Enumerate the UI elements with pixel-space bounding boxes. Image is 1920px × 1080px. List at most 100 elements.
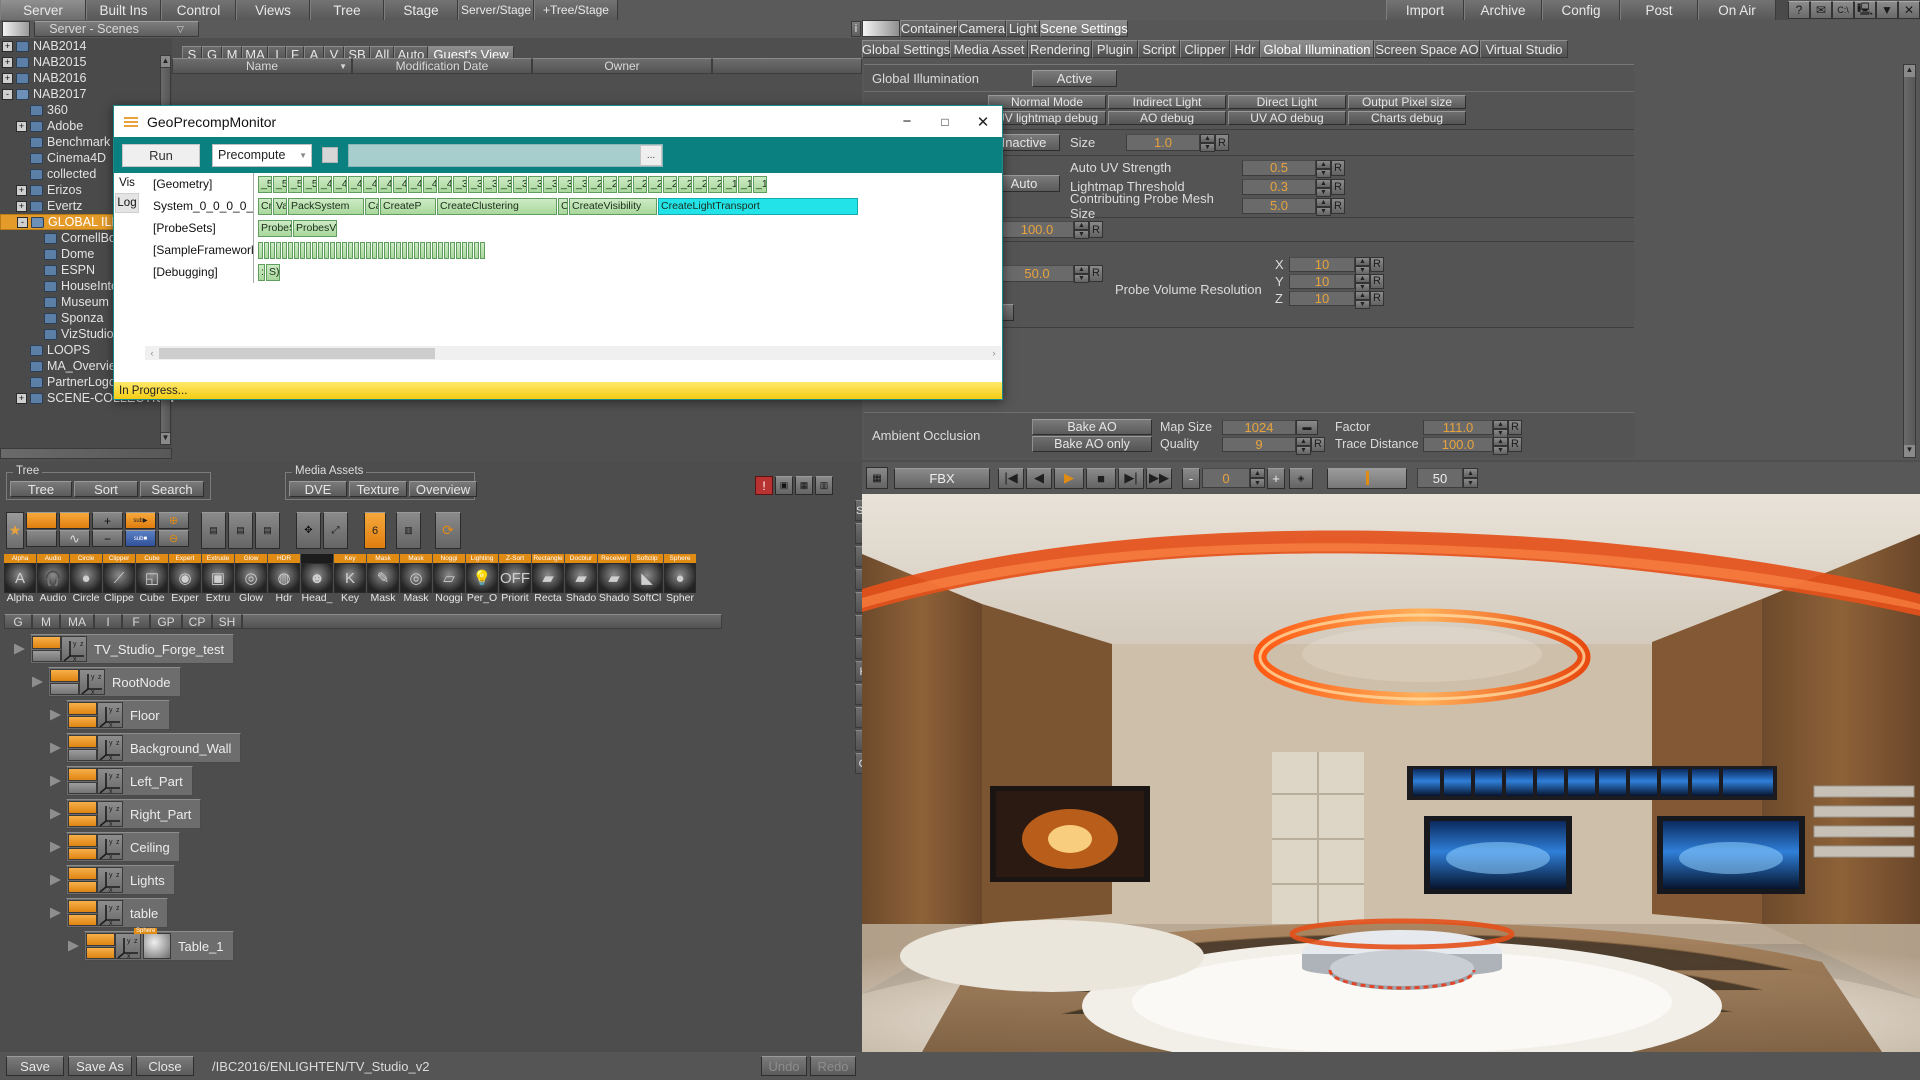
container-icon[interactable] (86, 946, 115, 959)
scene-tree-item[interactable]: + NAB2016 (0, 70, 172, 86)
precomp-cell[interactable]: CreateVisibility (569, 197, 657, 215)
precomp-cell[interactable] (366, 241, 371, 259)
node-visibility-icons[interactable] (86, 933, 115, 959)
scene-tree-item[interactable]: - NAB2017 (0, 86, 172, 102)
gi-uv-ao-debug-button[interactable]: UV AO debug (1228, 111, 1346, 125)
mode-select[interactable]: Precompute ▼ (212, 143, 312, 167)
asset-item[interactable]: Rectangle ▰ Recta (532, 554, 564, 604)
save-as-button[interactable]: Save As (68, 1056, 132, 1076)
eye-icon[interactable] (32, 636, 61, 649)
expand-arrow-icon[interactable] (32, 676, 43, 688)
dialog-hscrollbar[interactable]: ‹ › (145, 346, 1001, 360)
axis-icon[interactable]: yz x (97, 735, 123, 762)
curve-icon[interactable]: ∿ (59, 530, 90, 547)
precomp-cell[interactable] (348, 241, 353, 259)
menu-tree-stage[interactable]: +Tree/Stage (534, 0, 618, 20)
precomp-cell[interactable] (294, 241, 299, 259)
zoom-out-icon[interactable]: ⊖ (158, 530, 189, 547)
gi-lightmap-pixelsize-stepper[interactable]: ▲ ▼ (1074, 264, 1089, 283)
node-visibility-icons[interactable] (68, 834, 97, 860)
ao-trace-distance-reset[interactable]: R (1508, 436, 1522, 452)
play-icon[interactable]: ▶ (1054, 467, 1084, 489)
scroll-left-icon[interactable]: ‹ (145, 348, 159, 358)
visibility-icon[interactable] (59, 512, 90, 529)
browse-button[interactable]: ... (640, 144, 662, 166)
ao-quality-value[interactable]: 9 (1222, 436, 1296, 452)
close-icon[interactable]: ✕ (1898, 1, 1920, 19)
precomp-cell[interactable] (444, 241, 449, 259)
gi-grid-cell-stepper[interactable]: ▲ ▼ (1074, 221, 1089, 239)
precomp-cell[interactable] (342, 241, 347, 259)
precomp-cell[interactable] (258, 241, 263, 259)
expand-icon[interactable]: + (2, 40, 13, 52)
precomp-cell[interactable]: _1 (738, 175, 752, 193)
axis-icon[interactable]: yz x (115, 933, 141, 960)
first-frame-icon[interactable]: |◀ (998, 467, 1024, 489)
precomp-cell[interactable]: _2 (663, 175, 677, 193)
precomp-cell[interactable] (270, 241, 275, 259)
ao-map-size-dropdown-icon[interactable]: ▬ (1296, 419, 1318, 435)
eye-icon[interactable] (68, 900, 97, 913)
timeline-slider[interactable] (1327, 467, 1407, 489)
precomp-cell[interactable] (456, 241, 461, 259)
asset-item[interactable]: Alpha A Alpha (4, 554, 36, 604)
precomp-cell[interactable]: _4 (393, 175, 407, 193)
overview-button[interactable]: Overview (409, 481, 477, 497)
close-button[interactable]: Close (136, 1056, 194, 1076)
asset-item[interactable]: HDR ◍ Hdr (268, 554, 300, 604)
axis-icon[interactable]: yz x (97, 768, 123, 795)
ao-factor-value[interactable]: 111.0 (1423, 419, 1493, 435)
precomp-cell[interactable] (324, 241, 329, 259)
asset-item[interactable]: Key K Key (334, 554, 366, 604)
ao-factor-stepper[interactable]: ▲ ▼ (1493, 419, 1508, 438)
precomp-cell[interactable]: _3 (498, 175, 512, 193)
layout-c-icon[interactable]: ▤ (255, 512, 280, 549)
expand-arrow-icon[interactable] (50, 808, 61, 820)
precomp-cell[interactable] (396, 241, 401, 259)
scene-node-box[interactable]: y z x RootNode (48, 667, 181, 697)
node-visibility-icons[interactable] (68, 801, 97, 827)
asset-item[interactable]: Audio 🎧 Audio (37, 554, 69, 604)
precomp-cell[interactable] (390, 241, 395, 259)
asset-item[interactable]: Softclip ◣ SoftCl (631, 554, 663, 604)
gi-size-reset[interactable]: R (1215, 134, 1229, 151)
asset-item[interactable]: Lighting 💡 Per_O (466, 554, 498, 604)
bake-ao-only-button[interactable]: Bake AO only (1032, 436, 1152, 452)
gi-probe-y-value[interactable]: 10 (1289, 273, 1355, 289)
node-visibility-icons[interactable] (68, 702, 97, 728)
precomp-cell[interactable] (264, 241, 269, 259)
gi-probe-mesh-reset[interactable]: R (1331, 197, 1345, 214)
node-visibility-icons[interactable] (68, 735, 97, 761)
columns-icon[interactable]: ▥ (815, 476, 833, 495)
frame-plus-button[interactable]: + (1267, 467, 1285, 489)
precomp-cell[interactable] (354, 241, 359, 259)
scene-node[interactable]: y z x Ceiling (50, 832, 180, 862)
scene-node[interactable]: y z x Lights (50, 865, 175, 895)
precomp-cell[interactable]: _2 (648, 175, 662, 193)
asset-item[interactable]: ☻ Head_ (301, 554, 333, 604)
eye-icon[interactable] (68, 867, 97, 880)
expand-icon[interactable]: + (16, 392, 27, 404)
axis-icon[interactable]: yz x (97, 801, 123, 828)
precomp-cell[interactable] (462, 241, 467, 259)
scene-node[interactable]: y z x Floor (50, 700, 170, 730)
camera-icon[interactable]: ▣ (775, 476, 793, 495)
asset-item[interactable]: Glow ◎ Glow (235, 554, 267, 604)
numbered-icon-6[interactable]: 6 (364, 512, 386, 549)
scene-node-box[interactable]: y z x Ceiling (66, 832, 180, 862)
bake-ao-button[interactable]: Bake AO (1032, 419, 1152, 435)
scene-node[interactable]: y z x Left_Part (50, 766, 193, 796)
subtab-global-illumination[interactable]: Global Illumination (1260, 40, 1374, 58)
alert-icon[interactable]: ! (755, 476, 773, 495)
asset-item[interactable]: Sphere ● Spher (664, 554, 696, 604)
gi-indirect-light-button[interactable]: Indirect Light (1108, 95, 1226, 109)
scene-column-header[interactable]: F (122, 614, 150, 629)
precomp-cell[interactable] (360, 241, 365, 259)
gi-lightmap-threshold-value[interactable]: 0.3 (1242, 178, 1316, 195)
precomp-cell[interactable] (282, 241, 287, 259)
precomp-cell[interactable]: S) (266, 263, 280, 281)
scene-browser-title[interactable]: Server - Scenes ▽ (34, 21, 199, 37)
render-viewport[interactable] (862, 494, 1920, 1052)
scene-column-header[interactable]: MA (60, 614, 94, 629)
tab-container[interactable]: Container (900, 20, 958, 37)
